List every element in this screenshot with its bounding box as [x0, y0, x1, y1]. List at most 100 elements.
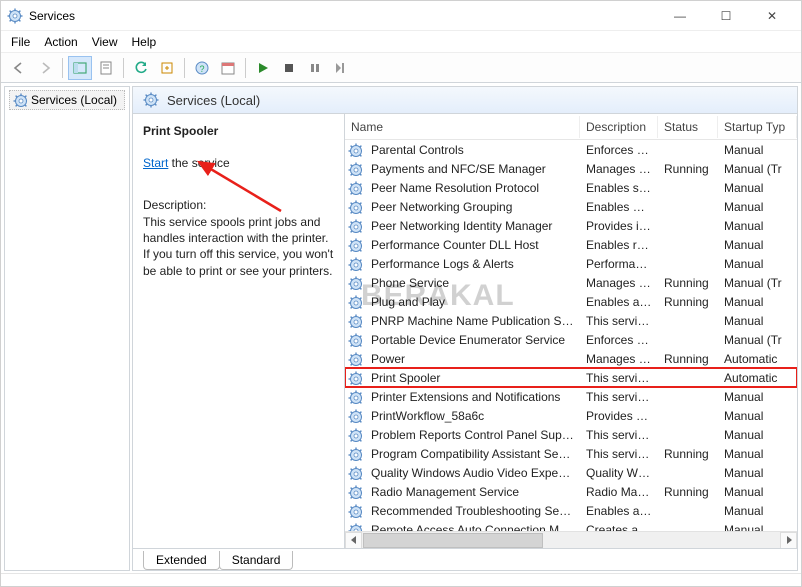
- service-row[interactable]: Recommended Troubleshooting ServiceEnabl…: [345, 501, 797, 520]
- col-startup-type[interactable]: Startup Typ: [718, 116, 797, 138]
- forward-button[interactable]: [33, 56, 57, 80]
- tab-standard[interactable]: Standard: [219, 551, 294, 570]
- service-description: Creates a co...: [580, 523, 658, 532]
- service-startup-type: Manual: [718, 466, 797, 480]
- service-startup-type: Manual: [718, 238, 797, 252]
- gear-icon: [345, 333, 365, 347]
- service-row[interactable]: Peer Name Resolution ProtocolEnables ser…: [345, 178, 797, 197]
- service-startup-type: Manual: [718, 428, 797, 442]
- menu-action[interactable]: Action: [44, 35, 77, 49]
- service-row[interactable]: Printer Extensions and NotificationsThis…: [345, 387, 797, 406]
- service-name: Remote Access Auto Connection Man...: [365, 523, 580, 532]
- detail-tabs: Extended Standard: [132, 549, 798, 571]
- menubar: File Action View Help: [1, 31, 801, 53]
- service-startup-type: Manual: [718, 504, 797, 518]
- start-service-button[interactable]: [251, 56, 275, 80]
- service-row[interactable]: Program Compatibility Assistant ServiceT…: [345, 444, 797, 463]
- service-name: Phone Service: [365, 276, 580, 290]
- service-row[interactable]: Phone ServiceManages th...RunningManual …: [345, 273, 797, 292]
- service-name: Portable Device Enumerator Service: [365, 333, 580, 347]
- service-startup-type: Manual: [718, 485, 797, 499]
- gear-icon: [345, 428, 365, 442]
- service-name: Problem Reports Control Panel Support: [365, 428, 580, 442]
- service-description: This service ...: [580, 371, 658, 385]
- service-status: Running: [658, 485, 718, 499]
- service-name: Quality Windows Audio Video Experie...: [365, 466, 580, 480]
- start-service-link[interactable]: Start: [143, 156, 168, 170]
- gear-icon: [345, 200, 365, 214]
- service-startup-type: Automatic: [718, 371, 797, 385]
- scroll-track[interactable]: [362, 532, 780, 549]
- detail-pane: Print Spooler Start the service Descript…: [133, 114, 345, 548]
- horizontal-scrollbar[interactable]: [345, 531, 797, 548]
- service-status: Running: [658, 447, 718, 461]
- service-description: Enforces gr...: [580, 333, 658, 347]
- help-button[interactable]: ?: [190, 56, 214, 80]
- service-row[interactable]: Problem Reports Control Panel SupportThi…: [345, 425, 797, 444]
- col-name[interactable]: Name: [345, 116, 580, 138]
- service-row[interactable]: Performance Logs & AlertsPerformanc...Ma…: [345, 254, 797, 273]
- service-row[interactable]: PowerManages p...RunningAutomatic: [345, 349, 797, 368]
- show-hide-tree-button[interactable]: [68, 56, 92, 80]
- service-startup-type: Manual: [718, 143, 797, 157]
- service-row[interactable]: PNRP Machine Name Publication Serv...Thi…: [345, 311, 797, 330]
- service-description: This service ...: [580, 314, 658, 328]
- menu-help[interactable]: Help: [132, 35, 157, 49]
- service-status: Running: [658, 352, 718, 366]
- window-title: Services: [29, 9, 75, 23]
- restart-service-button[interactable]: [329, 56, 353, 80]
- stop-service-button[interactable]: [277, 56, 301, 80]
- tree-root-services-local[interactable]: Services (Local): [9, 90, 125, 110]
- refresh-button[interactable]: [129, 56, 153, 80]
- minimize-button[interactable]: —: [657, 1, 703, 31]
- gear-icon: [345, 504, 365, 518]
- col-description[interactable]: Description: [580, 116, 658, 138]
- calendar-button[interactable]: [216, 56, 240, 80]
- service-row[interactable]: Peer Networking Identity ManagerProvides…: [345, 216, 797, 235]
- scroll-thumb[interactable]: [363, 533, 543, 548]
- gear-icon: [345, 371, 365, 385]
- menu-file[interactable]: File: [11, 35, 30, 49]
- service-startup-type: Manual: [718, 200, 797, 214]
- service-description: Performanc...: [580, 257, 658, 271]
- pause-service-button[interactable]: [303, 56, 327, 80]
- menu-view[interactable]: View: [92, 35, 118, 49]
- service-row[interactable]: Plug and PlayEnables a c...RunningManual: [345, 292, 797, 311]
- col-status[interactable]: Status: [658, 116, 718, 138]
- service-name: Parental Controls: [365, 143, 580, 157]
- service-row[interactable]: Quality Windows Audio Video Experie...Qu…: [345, 463, 797, 482]
- export-list-button[interactable]: [155, 56, 179, 80]
- service-name: Radio Management Service: [365, 485, 580, 499]
- service-row[interactable]: Performance Counter DLL HostEnables rem.…: [345, 235, 797, 254]
- properties-button[interactable]: [94, 56, 118, 80]
- service-description: Enables serv...: [580, 181, 658, 195]
- service-name: Plug and Play: [365, 295, 580, 309]
- service-row[interactable]: Payments and NFC/SE ManagerManages pa...…: [345, 159, 797, 178]
- service-status: Running: [658, 295, 718, 309]
- service-row[interactable]: Radio Management ServiceRadio Mana...Run…: [345, 482, 797, 501]
- close-button[interactable]: ✕: [749, 1, 795, 31]
- service-name: Printer Extensions and Notifications: [365, 390, 580, 404]
- tab-extended[interactable]: Extended: [143, 551, 220, 570]
- maximize-button[interactable]: ☐: [703, 1, 749, 31]
- service-row[interactable]: Peer Networking GroupingEnables mul...Ma…: [345, 197, 797, 216]
- service-row[interactable]: PrintWorkflow_58a6cProvides su...Manual: [345, 406, 797, 425]
- service-startup-type: Manual: [718, 447, 797, 461]
- service-startup-type: Manual (Tr: [718, 162, 797, 176]
- gear-icon: [345, 314, 365, 328]
- service-description: Manages p...: [580, 352, 658, 366]
- service-row[interactable]: Portable Device Enumerator ServiceEnforc…: [345, 330, 797, 349]
- service-row[interactable]: Parental ControlsEnforces pa...Manual: [345, 140, 797, 159]
- gear-icon: [345, 143, 365, 157]
- back-button[interactable]: [7, 56, 31, 80]
- scroll-left-button[interactable]: [345, 532, 362, 549]
- description-label: Description:: [143, 198, 334, 212]
- service-row[interactable]: Remote Access Auto Connection Man...Crea…: [345, 520, 797, 531]
- service-name: PNRP Machine Name Publication Serv...: [365, 314, 580, 328]
- service-row[interactable]: Print SpoolerThis service ...Automatic: [345, 368, 797, 387]
- scroll-right-button[interactable]: [780, 532, 797, 549]
- service-startup-type: Manual: [718, 409, 797, 423]
- column-headers: Name Description Status Startup Typ: [345, 114, 797, 140]
- services-icon: [7, 8, 23, 24]
- service-status: Running: [658, 276, 718, 290]
